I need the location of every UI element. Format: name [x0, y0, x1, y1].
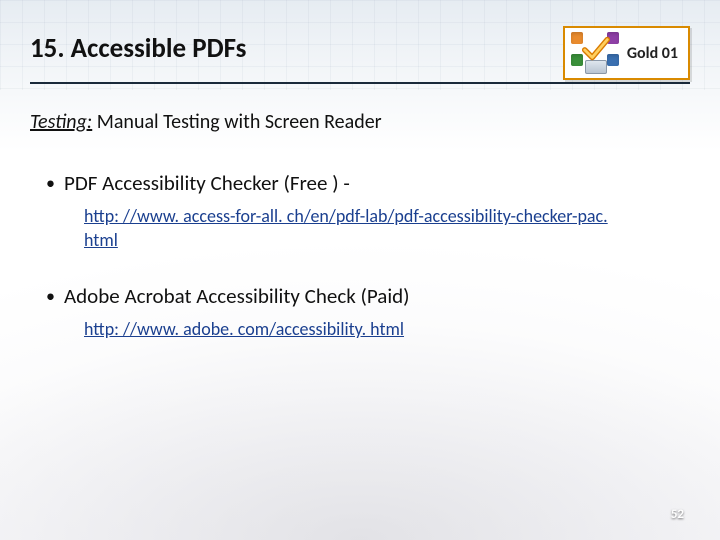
list-item: Adobe Acrobat Accessibility Check (Paid)… — [30, 283, 690, 341]
page-number: 52 — [671, 507, 684, 522]
bullet-text: Adobe Acrobat Accessibility Check (Paid) — [64, 283, 410, 309]
subhead-text: Manual Testing with Screen Reader — [92, 110, 381, 134]
link[interactable]: http: //www. adobe. com/accessibility. h… — [84, 317, 630, 341]
list-item: PDF Accessibility Checker (Free ) - http… — [30, 170, 690, 253]
bullet-text: PDF Accessibility Checker (Free ) - — [64, 170, 350, 196]
subheading: Testing: Manual Testing with Screen Read… — [30, 110, 382, 134]
header: 15. Accessible PDFs Gold 01 — [30, 26, 690, 80]
level-badge: Gold 01 — [563, 26, 690, 80]
checkmark-icon — [581, 34, 611, 64]
bullet-list: PDF Accessibility Checker (Free ) - http… — [30, 170, 690, 341]
subhead-label: Testing: — [30, 110, 92, 134]
link[interactable]: http: //www. access-for-all. ch/en/pdf-l… — [84, 204, 630, 253]
badge-label: Gold 01 — [627, 44, 678, 63]
page-title: 15. Accessible PDFs — [30, 26, 246, 65]
body: PDF Accessibility Checker (Free ) - http… — [30, 170, 690, 371]
header-rule — [30, 82, 690, 84]
badge-icon — [571, 32, 619, 74]
slide: 15. Accessible PDFs Gold 01 Testing: Man… — [0, 0, 720, 540]
